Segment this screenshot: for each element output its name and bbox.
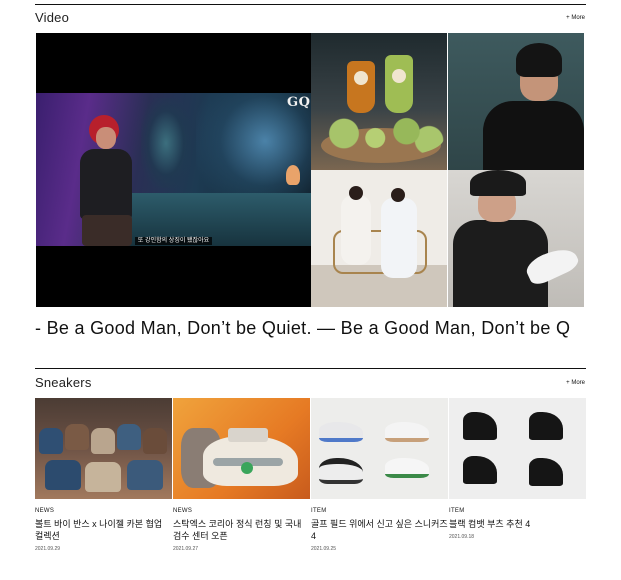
article-thumbnail[interactable] <box>173 398 310 499</box>
article-title[interactable]: 볼트 바이 반스 x 나이젤 카본 협업 컬렉션 <box>35 518 172 542</box>
section-divider-sneakers <box>35 368 586 369</box>
video-section-title: Video <box>35 10 70 25</box>
article-title[interactable]: 블랙 컴뱃 부츠 추천 4 <box>449 518 586 530</box>
video-subtitle: 또 강인함의 상징이 됐잖아요 <box>36 229 311 247</box>
video-thumb-couple[interactable] <box>311 170 447 307</box>
article-date: 2021.09.18 <box>449 534 475 540</box>
article-date: 2021.09.29 <box>35 546 61 552</box>
article-card[interactable]: ITEM 골프 필드 위에서 신고 싶은 스니커즈 4 2021.09.25 <box>311 398 448 552</box>
article-title[interactable]: 스탁엑스 코리아 정식 런칭 및 국내 검수 센터 오픈 <box>173 518 310 542</box>
article-thumbnail[interactable] <box>311 398 448 499</box>
article-card[interactable]: NEWS 볼트 바이 반스 x 나이젤 카본 협업 컬렉션 2021.09.29 <box>35 398 172 552</box>
article-thumbnail[interactable] <box>35 398 172 499</box>
video-host-figure <box>76 115 146 246</box>
video-frame <box>36 93 311 246</box>
video-thumb-sneaker-holder[interactable] <box>448 170 584 307</box>
featured-video-player[interactable]: GQ 또 강인함의 상징이 됐잖아요 <box>36 33 311 307</box>
video-thumb-beer[interactable] <box>311 33 447 170</box>
article-title[interactable]: 골프 필드 위에서 신고 싶은 스니커즈 4 <box>311 518 448 542</box>
video-thumb-beanie-portrait[interactable] <box>448 33 584 170</box>
article-category: NEWS <box>35 508 55 514</box>
section-divider-top <box>35 4 586 5</box>
video-more-link[interactable]: More <box>566 15 585 21</box>
video-subtitle-text: 또 강인함의 상징이 됐잖아요 <box>134 237 213 245</box>
sneakers-more-link[interactable]: More <box>566 380 585 386</box>
article-date: 2021.09.25 <box>311 546 337 552</box>
article-category: NEWS <box>173 508 193 514</box>
article-category: ITEM <box>449 508 465 514</box>
article-category: ITEM <box>311 508 327 514</box>
article-thumbnail[interactable] <box>449 398 586 499</box>
article-card[interactable]: NEWS 스탁엑스 코리아 정식 런칭 및 국내 검수 센터 오픈 2021.0… <box>173 398 310 552</box>
article-date: 2021.09.27 <box>173 546 199 552</box>
marquee-slogan: - Be a Good Man, Don’t be Quiet. — Be a … <box>35 318 571 338</box>
article-card[interactable]: ITEM 블랙 컴뱃 부츠 추천 4 2021.09.18 <box>449 398 586 540</box>
gq-logo: GQ <box>287 95 311 110</box>
sneakers-section-title: Sneakers <box>35 375 92 390</box>
